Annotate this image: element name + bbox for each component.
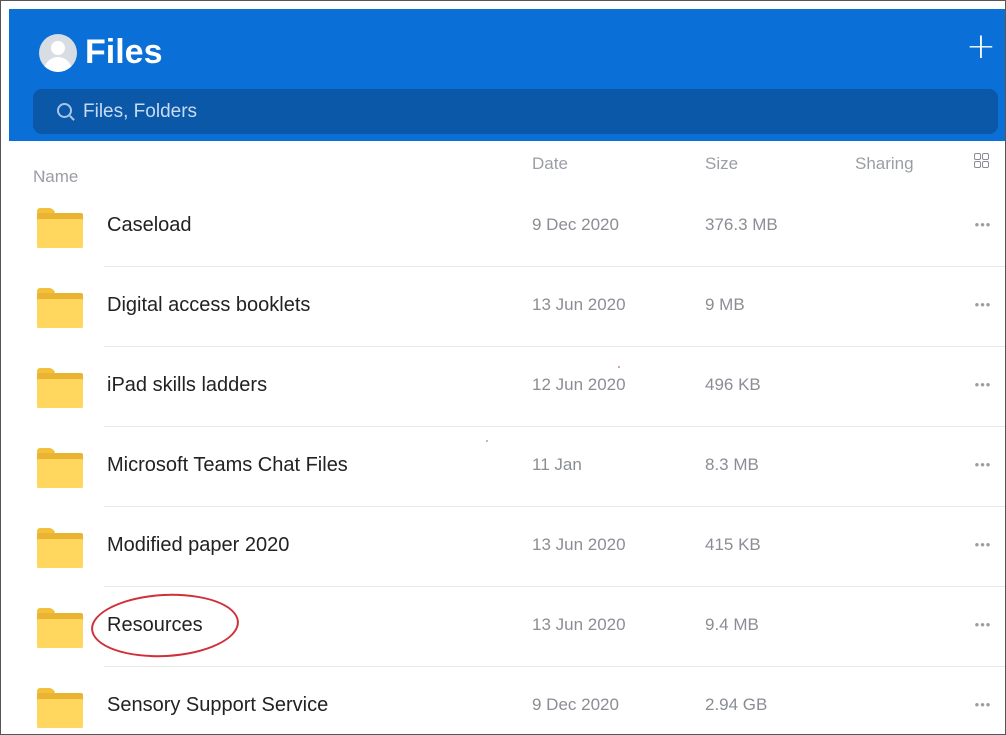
more-options-icon[interactable]: ••• [971, 533, 995, 557]
list-item[interactable]: Resources 13 Jun 2020 9.4 MB ••• [9, 587, 1005, 667]
file-date: 9 Dec 2020 [532, 215, 619, 234]
folder-icon [37, 288, 83, 328]
list-item[interactable]: Caseload 9 Dec 2020 376.3 MB ••• [9, 187, 1005, 267]
search-input[interactable] [83, 89, 963, 134]
file-size: 376.3 MB [705, 215, 778, 234]
file-name: iPad skills ladders [107, 374, 268, 396]
file-name: Sensory Support Service [107, 694, 329, 716]
more-options-icon[interactable]: ••• [971, 453, 995, 477]
folder-icon [37, 208, 83, 248]
file-name: Modified paper 2020 [107, 534, 290, 556]
file-date: 9 Dec 2020 [532, 695, 619, 714]
column-date[interactable]: Date [532, 154, 568, 174]
add-button[interactable]: + [961, 27, 1001, 67]
list-item[interactable]: Microsoft Teams Chat Files 11 Jan 8.3 MB ••… [9, 427, 1005, 507]
list-item[interactable]: Modified paper 2020 13 Jun 2020 415 KB ••• [9, 507, 1005, 587]
file-date: 11 Jan [532, 455, 582, 474]
more-options-icon[interactable]: ••• [971, 693, 995, 717]
file-size: 496 KB [705, 375, 761, 394]
search-icon [57, 103, 72, 118]
app-header: Files + [9, 9, 1005, 141]
column-header: Name ↑ Date Size Sharing [9, 141, 1005, 187]
search-bar[interactable] [33, 89, 998, 134]
column-name-label: Name [33, 167, 79, 186]
list-item[interactable]: Sensory Support Service 9 Dec 2020 2.94 GB… [9, 667, 1005, 734]
file-size: 8.3 MB [705, 455, 759, 474]
column-size[interactable]: Size [705, 154, 738, 174]
folder-icon [37, 528, 83, 568]
file-name: Resources [107, 614, 203, 636]
file-name: Digital access booklets [107, 294, 311, 316]
grid-view-icon[interactable] [974, 153, 990, 169]
file-name: Caseload [107, 214, 192, 236]
column-sharing[interactable]: Sharing [855, 154, 914, 174]
more-options-icon[interactable]: ••• [971, 293, 995, 317]
file-size: 9.4 MB [705, 615, 759, 634]
files-window: Files + Name↑ Date Size Sharing Caseload… [0, 0, 1006, 735]
plus-icon: + [965, 26, 997, 67]
file-date: 13 Jun 2020 [532, 535, 626, 554]
list-item[interactable]: iPad skills ladders 12 Jun 2020 496 KB ••• [9, 347, 1005, 427]
file-name: Microsoft Teams Chat Files [107, 454, 348, 476]
speck [486, 440, 488, 442]
list-item[interactable]: Digital access booklets 13 Jun 2020 9 MB ••… [9, 267, 1005, 347]
speck [618, 366, 620, 368]
more-options-icon[interactable]: ••• [971, 213, 995, 237]
avatar-icon[interactable] [39, 34, 77, 72]
file-size: 9 MB [705, 295, 745, 314]
folder-icon [37, 688, 83, 728]
more-options-icon[interactable]: ••• [971, 613, 995, 637]
file-date: 12 Jun 2020 [532, 375, 626, 394]
folder-icon [37, 368, 83, 408]
more-options-icon[interactable]: ••• [971, 373, 995, 397]
file-date: 13 Jun 2020 [532, 615, 626, 634]
folder-icon [37, 448, 83, 488]
file-size: 2.94 GB [705, 695, 768, 714]
file-date: 13 Jun 2020 [532, 295, 626, 314]
folder-icon [37, 608, 83, 648]
file-size: 415 KB [705, 535, 761, 554]
page-title: Files [85, 33, 163, 71]
sort-arrow-icon: ↑ [41, 167, 47, 181]
